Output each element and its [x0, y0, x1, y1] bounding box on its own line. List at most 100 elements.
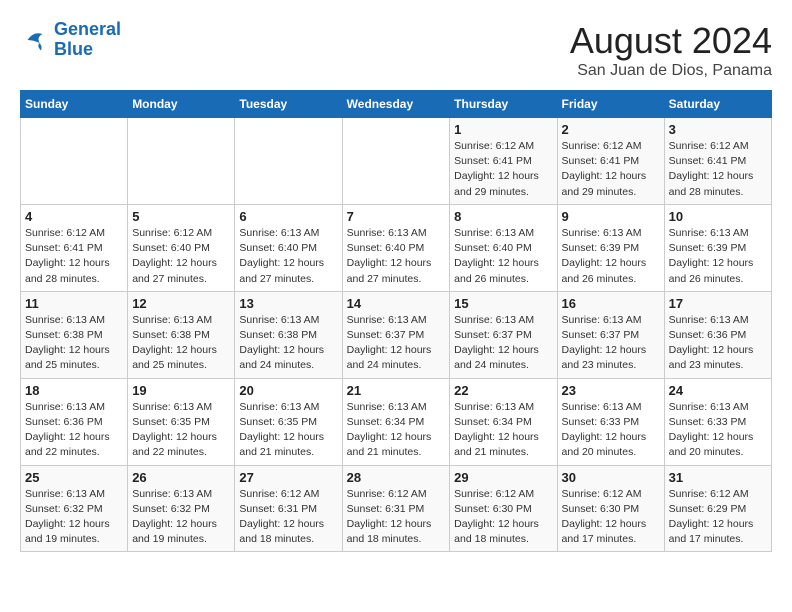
calendar-cell: 6 Sunrise: 6:13 AMSunset: 6:40 PMDaylight… [235, 204, 342, 291]
day-number: 26 [132, 470, 230, 485]
day-detail: Sunrise: 6:13 AMSunset: 6:36 PMDaylight:… [669, 313, 767, 374]
calendar-cell: 7 Sunrise: 6:13 AMSunset: 6:40 PMDaylight… [342, 204, 450, 291]
day-detail: Sunrise: 6:13 AMSunset: 6:37 PMDaylight:… [454, 313, 552, 374]
calendar-cell: 14 Sunrise: 6:13 AMSunset: 6:37 PMDayligh… [342, 291, 450, 378]
calendar-cell: 15 Sunrise: 6:13 AMSunset: 6:37 PMDayligh… [450, 291, 557, 378]
calendar-cell: 21Sunrise: 6:13 AMSunset: 6:34 PMDayligh… [342, 378, 450, 465]
day-number: 22 [454, 383, 552, 398]
calendar-cell: 27 Sunrise: 6:12 AMSunset: 6:31 PMDayligh… [235, 465, 342, 552]
day-number: 11 [25, 296, 123, 311]
day-number: 4 [25, 209, 123, 224]
calendar-cell [128, 118, 235, 205]
day-number: 24 [669, 383, 767, 398]
column-header-saturday: Saturday [664, 91, 771, 118]
calendar-cell: 30 Sunrise: 6:12 AMSunset: 6:30 PMDayligh… [557, 465, 664, 552]
calendar-cell: 12Sunrise: 6:13 AMSunset: 6:38 PMDayligh… [128, 291, 235, 378]
day-detail: Sunrise: 6:12 AMSunset: 6:40 PMDaylight:… [132, 226, 230, 287]
column-header-tuesday: Tuesday [235, 91, 342, 118]
calendar-cell: 25Sunrise: 6:13 AMSunset: 6:32 PMDayligh… [21, 465, 128, 552]
day-detail: Sunrise: 6:13 AMSunset: 6:38 PMDaylight:… [25, 313, 123, 374]
day-detail: Sunrise: 6:12 AMSunset: 6:41 PMDaylight:… [669, 139, 767, 200]
calendar-cell [342, 118, 450, 205]
calendar-cell: 31 Sunrise: 6:12 AMSunset: 6:29 PMDayligh… [664, 465, 771, 552]
day-number: 3 [669, 122, 767, 137]
column-header-friday: Friday [557, 91, 664, 118]
day-number: 23 [562, 383, 660, 398]
day-number: 9 [562, 209, 660, 224]
day-detail: Sunrise: 6:13 AMSunset: 6:40 PMDaylight:… [347, 226, 446, 287]
day-number: 5 [132, 209, 230, 224]
calendar-week-3: 11 Sunrise: 6:13 AMSunset: 6:38 PMDayligh… [21, 291, 772, 378]
logo: General Blue [20, 20, 121, 60]
calendar-cell: 20 Sunrise: 6:13 AMSunset: 6:35 PMDayligh… [235, 378, 342, 465]
calendar-cell: 3 Sunrise: 6:12 AMSunset: 6:41 PMDaylight… [664, 118, 771, 205]
logo-line1: General [54, 19, 121, 39]
calendar-week-4: 18 Sunrise: 6:13 AMSunset: 6:36 PMDayligh… [21, 378, 772, 465]
day-detail: Sunrise: 6:12 AMSunset: 6:30 PMDaylight:… [562, 487, 660, 548]
calendar-cell: 8 Sunrise: 6:13 AMSunset: 6:40 PMDaylight… [450, 204, 557, 291]
day-detail: Sunrise: 6:13 AMSunset: 6:39 PMDaylight:… [669, 226, 767, 287]
day-detail: Sunrise: 6:13 AMSunset: 6:37 PMDaylight:… [347, 313, 446, 374]
calendar-cell: 9 Sunrise: 6:13 AMSunset: 6:39 PMDaylight… [557, 204, 664, 291]
calendar-cell: 24 Sunrise: 6:13 AMSunset: 6:33 PMDayligh… [664, 378, 771, 465]
day-number: 20 [239, 383, 337, 398]
day-number: 30 [562, 470, 660, 485]
day-number: 14 [347, 296, 446, 311]
day-detail: Sunrise: 6:12 AMSunset: 6:29 PMDaylight:… [669, 487, 767, 548]
day-detail: Sunrise: 6:13 AMSunset: 6:39 PMDaylight:… [562, 226, 660, 287]
day-detail: Sunrise: 6:13 AMSunset: 6:33 PMDaylight:… [669, 400, 767, 461]
calendar-cell: 13Sunrise: 6:13 AMSunset: 6:38 PMDayligh… [235, 291, 342, 378]
day-detail: Sunrise: 6:13 AMSunset: 6:34 PMDaylight:… [347, 400, 446, 461]
day-detail: Sunrise: 6:13 AMSunset: 6:35 PMDaylight:… [132, 400, 230, 461]
day-detail: Sunrise: 6:13 AMSunset: 6:33 PMDaylight:… [562, 400, 660, 461]
day-number: 15 [454, 296, 552, 311]
calendar-cell [235, 118, 342, 205]
day-detail: Sunrise: 6:13 AMSunset: 6:34 PMDaylight:… [454, 400, 552, 461]
calendar-cell: 23 Sunrise: 6:13 AMSunset: 6:33 PMDayligh… [557, 378, 664, 465]
day-detail: Sunrise: 6:13 AMSunset: 6:40 PMDaylight:… [239, 226, 337, 287]
calendar-cell: 28Sunrise: 6:12 AMSunset: 6:31 PMDayligh… [342, 465, 450, 552]
day-detail: Sunrise: 6:13 AMSunset: 6:38 PMDaylight:… [132, 313, 230, 374]
day-number: 8 [454, 209, 552, 224]
column-header-wednesday: Wednesday [342, 91, 450, 118]
day-detail: Sunrise: 6:12 AMSunset: 6:41 PMDaylight:… [454, 139, 552, 200]
day-detail: Sunrise: 6:13 AMSunset: 6:38 PMDaylight:… [239, 313, 337, 374]
day-number: 28 [347, 470, 446, 485]
day-number: 6 [239, 209, 337, 224]
calendar-cell: 11 Sunrise: 6:13 AMSunset: 6:38 PMDayligh… [21, 291, 128, 378]
day-number: 1 [454, 122, 552, 137]
day-detail: Sunrise: 6:13 AMSunset: 6:32 PMDaylight:… [25, 487, 123, 548]
day-number: 17 [669, 296, 767, 311]
day-detail: Sunrise: 6:13 AMSunset: 6:35 PMDaylight:… [239, 400, 337, 461]
day-number: 16 [562, 296, 660, 311]
calendar-cell: 26Sunrise: 6:13 AMSunset: 6:32 PMDayligh… [128, 465, 235, 552]
calendar-cell: 29Sunrise: 6:12 AMSunset: 6:30 PMDayligh… [450, 465, 557, 552]
calendar-header-row: SundayMondayTuesdayWednesdayThursdayFrid… [21, 91, 772, 118]
calendar-cell: 18 Sunrise: 6:13 AMSunset: 6:36 PMDayligh… [21, 378, 128, 465]
day-detail: Sunrise: 6:13 AMSunset: 6:40 PMDaylight:… [454, 226, 552, 287]
month-title: August 2024 [570, 20, 772, 62]
day-detail: Sunrise: 6:12 AMSunset: 6:41 PMDaylight:… [25, 226, 123, 287]
day-number: 27 [239, 470, 337, 485]
day-detail: Sunrise: 6:12 AMSunset: 6:41 PMDaylight:… [562, 139, 660, 200]
calendar-week-5: 25Sunrise: 6:13 AMSunset: 6:32 PMDayligh… [21, 465, 772, 552]
calendar-week-2: 4 Sunrise: 6:12 AMSunset: 6:41 PMDaylight… [21, 204, 772, 291]
calendar-cell: 1 Sunrise: 6:12 AMSunset: 6:41 PMDaylight… [450, 118, 557, 205]
calendar-cell: 4 Sunrise: 6:12 AMSunset: 6:41 PMDaylight… [21, 204, 128, 291]
day-number: 18 [25, 383, 123, 398]
day-number: 7 [347, 209, 446, 224]
calendar-cell: 5 Sunrise: 6:12 AMSunset: 6:40 PMDaylight… [128, 204, 235, 291]
day-detail: Sunrise: 6:12 AMSunset: 6:31 PMDaylight:… [239, 487, 337, 548]
column-header-thursday: Thursday [450, 91, 557, 118]
calendar-cell: 19Sunrise: 6:13 AMSunset: 6:35 PMDayligh… [128, 378, 235, 465]
day-detail: Sunrise: 6:12 AMSunset: 6:30 PMDaylight:… [454, 487, 552, 548]
calendar-table: SundayMondayTuesdayWednesdayThursdayFrid… [20, 90, 772, 552]
location: San Juan de Dios, Panama [570, 62, 772, 80]
calendar-cell: 10Sunrise: 6:13 AMSunset: 6:39 PMDayligh… [664, 204, 771, 291]
page-header: General Blue August 2024 San Juan de Dio… [20, 20, 772, 80]
day-detail: Sunrise: 6:13 AMSunset: 6:36 PMDaylight:… [25, 400, 123, 461]
logo-bird-icon [20, 25, 50, 55]
column-header-monday: Monday [128, 91, 235, 118]
day-number: 31 [669, 470, 767, 485]
column-header-sunday: Sunday [21, 91, 128, 118]
